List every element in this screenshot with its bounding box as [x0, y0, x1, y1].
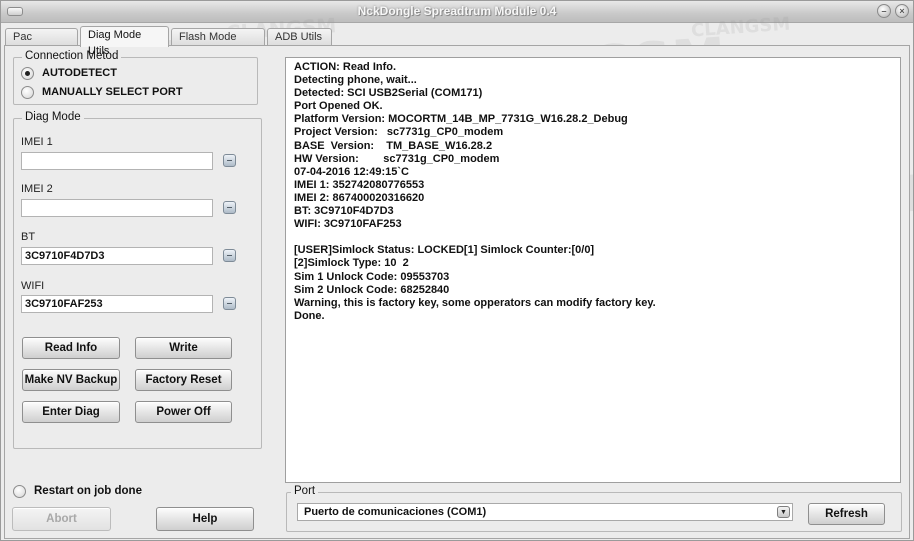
- log-line: Done.: [294, 309, 325, 322]
- log-line: Project Version: sc7731g_CP0_modem: [294, 126, 504, 139]
- manual-port-label: MANUALLY SELECT PORT: [42, 86, 183, 98]
- factory-reset-button[interactable]: Factory Reset: [135, 369, 232, 391]
- log-line: Sim 2 Unlock Code: 68252840: [294, 283, 450, 296]
- log-line: ACTION: Read Info.: [294, 61, 397, 73]
- restart-checkbox[interactable]: [13, 485, 26, 498]
- restart-label: Restart on job done: [34, 485, 142, 497]
- help-button[interactable]: Help: [156, 507, 254, 531]
- write-button[interactable]: Write: [135, 337, 232, 359]
- tab-diag-mode-utils[interactable]: Diag Mode Utils: [80, 26, 169, 57]
- minimize-icon[interactable]: –: [877, 4, 891, 18]
- log-line: Detecting phone, wait...: [294, 74, 417, 87]
- port-select[interactable]: Puerto de comunicaciones (COM1) ▼: [297, 503, 793, 521]
- app-window: NckDongle Spreadtrum Module 0.4 – × Clan…: [0, 0, 914, 541]
- diag-mode-label: Diag Mode: [22, 111, 84, 123]
- log-line: IMEI 2: 867400020316620: [294, 191, 425, 204]
- power-off-button[interactable]: Power Off: [135, 401, 232, 423]
- log-line: BT: 3C9710F4D7D3: [294, 205, 394, 218]
- bt-field[interactable]: 3C9710F4D7D3: [21, 247, 213, 265]
- log-line: WIFI: 3C9710FAF253: [294, 218, 402, 231]
- log-line: BASE Version: TM_BASE_W16.28.2: [294, 139, 493, 152]
- imei1-field[interactable]: [21, 152, 213, 170]
- close-icon[interactable]: ×: [895, 4, 909, 18]
- imei2-field[interactable]: [21, 199, 213, 217]
- bt-label: BT: [21, 231, 36, 243]
- tab-flash-mode-utils[interactable]: Flash Mode Utils: [171, 28, 265, 59]
- title-bar: NckDongle Spreadtrum Module 0.4 – ×: [1, 1, 913, 23]
- window-title: NckDongle Spreadtrum Module 0.4: [357, 4, 557, 18]
- log-line: Port Opened OK.: [294, 100, 383, 113]
- radio-manual-icon[interactable]: [21, 86, 34, 99]
- log-line: [2]Simlock Type: 10 2: [294, 257, 409, 270]
- enter-diag-button[interactable]: Enter Diag: [22, 401, 120, 423]
- port-selected-value: Puerto de comunicaciones (COM1): [304, 506, 487, 518]
- log-line: Detected: SCI USB2Serial (COM171): [294, 87, 483, 100]
- radio-autodetect-icon[interactable]: [21, 67, 34, 80]
- log-line: Warning, this is factory key, some opper…: [294, 296, 656, 309]
- wifi-field[interactable]: 3C9710FAF253: [21, 295, 213, 313]
- autodetect-label: AUTODETECT: [42, 67, 117, 79]
- wifi-label: WIFI: [21, 280, 45, 292]
- log-line: [USER]Simlock Status: LOCKED[1] Simlock …: [294, 244, 595, 257]
- chevron-down-icon[interactable]: ▼: [777, 506, 790, 518]
- log-line: HW Version: sc7731g_CP0_modem: [294, 152, 500, 165]
- log-line: Sim 1 Unlock Code: 09553703: [294, 270, 450, 283]
- imei1-label: IMEI 1: [21, 136, 53, 148]
- tab-adb-utils[interactable]: ADB Utils: [267, 28, 332, 46]
- make-nv-backup-button[interactable]: Make NV Backup: [22, 369, 120, 391]
- read-info-button[interactable]: Read Info: [22, 337, 120, 359]
- imei1-clear-icon[interactable]: [223, 154, 236, 167]
- wifi-clear-icon[interactable]: [223, 297, 236, 310]
- log-line: 07-04-2016 12:49:15`C: [294, 165, 409, 178]
- port-label: Port: [291, 485, 319, 497]
- imei2-clear-icon[interactable]: [223, 201, 236, 214]
- abort-button[interactable]: Abort: [12, 507, 111, 531]
- bt-clear-icon[interactable]: [223, 249, 236, 262]
- log-output[interactable]: ACTION: Read Info. Detecting phone, wait.…: [285, 57, 901, 483]
- log-line: IMEI 1: 352742080776553: [294, 178, 425, 191]
- tab-pac-flasher[interactable]: Pac Flasher: [5, 28, 78, 59]
- refresh-button[interactable]: Refresh: [808, 503, 885, 525]
- imei2-label: IMEI 2: [21, 183, 53, 195]
- log-line: Platform Version: MOCORTM_14B_MP_7731G_W…: [294, 113, 628, 126]
